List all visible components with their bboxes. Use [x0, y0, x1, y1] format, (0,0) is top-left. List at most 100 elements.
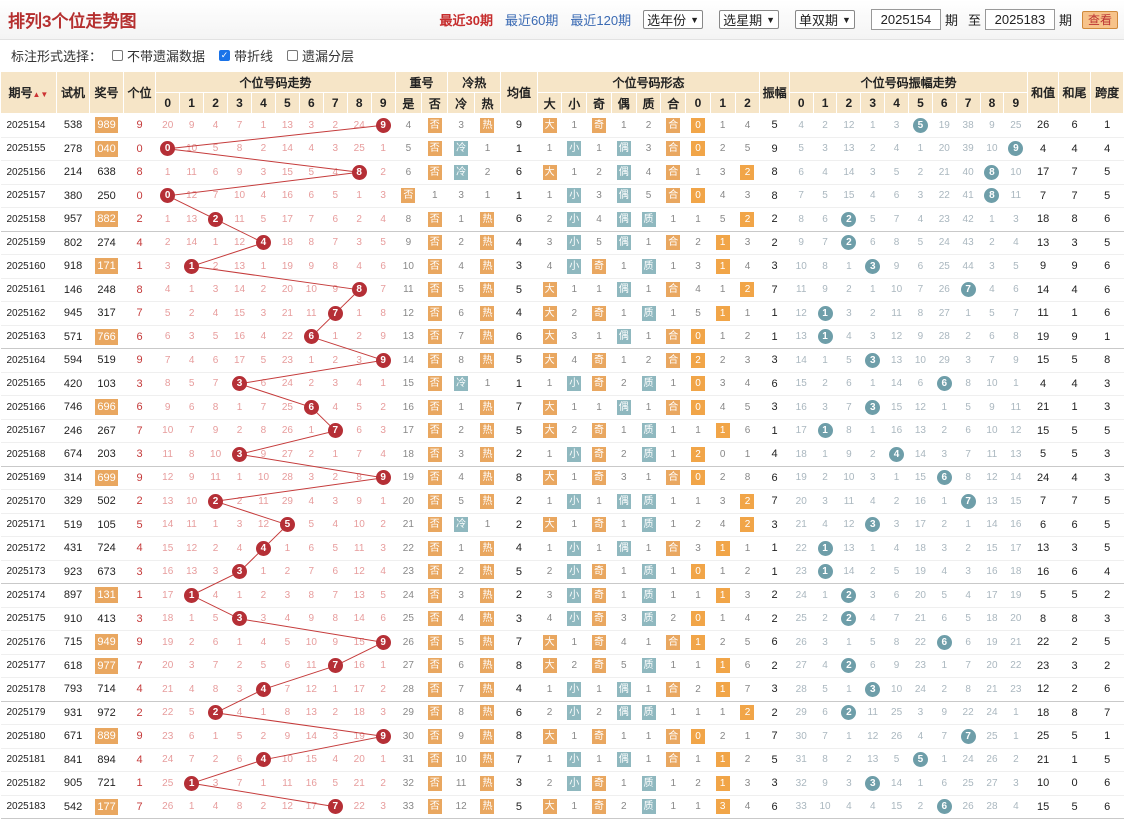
amp-trend-cell: 12 — [908, 395, 933, 420]
option-text: 带折线 — [234, 49, 274, 64]
repeat-cell-tag: 否 — [427, 446, 442, 462]
trial-cell: 945 — [56, 301, 90, 326]
amp-cell-hit: 7 — [956, 489, 981, 514]
parity-select[interactable]: 单双期 ▼ — [795, 10, 855, 29]
table-row: 2025172 431 724 4 15 12 2 4 4 1 6 5 11 3 22 否 1 热 4 1 小 1 偶 1 合 3… — [0, 536, 1124, 561]
form-cell: 合 — [660, 137, 686, 161]
amp-trend-cell: 4 — [836, 795, 861, 819]
checkbox-icon[interactable] — [112, 50, 124, 61]
trend-cell: 15 — [347, 630, 372, 655]
form-tag: 合 — [666, 634, 681, 650]
form-cell: 小 — [561, 137, 587, 161]
checkbox-checked-icon[interactable]: ✓ — [219, 50, 231, 61]
amp-trend-cell: 25 — [884, 701, 909, 725]
trend-cell: 2 — [347, 207, 372, 232]
trend-cell: 4 — [203, 795, 228, 819]
hotcold-cell: 5 — [447, 489, 475, 514]
trend-cell: 14 — [347, 607, 372, 631]
amp-cell: 1 — [759, 560, 790, 584]
hotcold-cell: 3 — [447, 184, 475, 208]
header-span: 跨度 — [1090, 71, 1124, 114]
amp-trend-cell: 9 — [813, 771, 837, 796]
option-no-missing[interactable]: 不带遗漏数据 — [112, 46, 205, 65]
trend-cell-hit: 1 — [179, 254, 204, 279]
amp-cell: 1 — [759, 536, 790, 561]
form-cell: 大 — [537, 630, 562, 655]
hotcold-cell: 3 — [447, 442, 475, 467]
mod-cell: 3 — [710, 795, 736, 819]
repeat-cell: 24 — [395, 583, 422, 608]
trend-cell: 4 — [179, 348, 204, 373]
amp-trend-cell: 25 — [956, 771, 981, 796]
header-period[interactable]: 期号▲▼ — [0, 71, 57, 114]
trial-cell: 910 — [56, 607, 90, 631]
mod-cell: 5 — [735, 630, 760, 655]
repeat-cell: 否 — [421, 701, 448, 725]
form-tag: 合 — [666, 117, 681, 133]
span-cell: 5 — [1090, 184, 1124, 208]
mod-tag: 2 — [740, 705, 755, 721]
period-from-input[interactable]: 2025154 — [870, 9, 941, 30]
range-link-60[interactable]: 最近60期 — [505, 10, 558, 29]
trend-cell: 6 — [179, 724, 204, 749]
trend-cell: 8 — [371, 301, 396, 326]
form-tag: 合 — [666, 728, 681, 744]
year-select[interactable]: 选年份 ▼ — [643, 10, 704, 29]
trend-cell: 2 — [323, 701, 348, 725]
amp-trend-cell: 19 — [789, 466, 814, 490]
form-tag: 质 — [641, 705, 656, 721]
sum-cell: 13 — [1027, 536, 1059, 561]
amp-trend-cell: 21 — [980, 677, 1004, 702]
amp-cell-hit: 2 — [836, 654, 861, 678]
checkbox-icon[interactable] — [287, 50, 299, 61]
form-cell: 3 — [636, 137, 661, 161]
repeat-cell: 否 — [421, 771, 448, 796]
amp-ball: 1 — [817, 540, 833, 556]
repeat-cell-tag: 否 — [427, 376, 442, 392]
trend-cell: 3 — [299, 466, 324, 490]
repeat-cell-tag: 否 — [427, 329, 442, 345]
form-cell: 小 — [561, 583, 587, 608]
avg-cell: 3 — [500, 607, 538, 631]
hotcold-cell: 热 — [474, 701, 501, 725]
trend-cell: 8 — [323, 254, 348, 279]
span-cell: 3 — [1090, 466, 1124, 490]
trend-ball: 5 — [279, 517, 295, 533]
form-cell: 奇 — [586, 301, 612, 326]
option-layered[interactable]: 遗漏分层 — [287, 46, 354, 65]
form-cell: 1 — [636, 466, 661, 490]
prize-cell: 699 — [89, 466, 124, 490]
range-link-120[interactable]: 最近120期 — [570, 10, 631, 29]
trend-cell-hit: 1 — [179, 583, 204, 608]
form-cell: 1 — [660, 560, 686, 584]
prize-cell: 972 — [89, 701, 124, 725]
mod-cell: 4 — [735, 607, 760, 631]
trend-cell: 7 — [203, 654, 228, 678]
repeat-cell: 27 — [395, 654, 422, 678]
form-cell: 2 — [660, 607, 686, 631]
period-to-input[interactable]: 2025183 — [984, 9, 1055, 30]
amp-cell-hit: 1 — [813, 419, 837, 443]
digit-cell: 4 — [123, 677, 156, 702]
range-link-30[interactable]: 最近30期 — [439, 10, 492, 29]
repeat-cell: 9 — [395, 231, 422, 255]
form-cell: 1 — [537, 372, 562, 396]
trend-cell: 17 — [299, 795, 324, 819]
amp-cell: 3 — [759, 348, 790, 373]
mod-tag: 1 — [715, 305, 730, 321]
option-lines[interactable]: ✓ 带折线 — [219, 46, 273, 65]
amp-trend-cell: 8 — [956, 466, 981, 490]
sort-icon[interactable]: ▲▼ — [32, 90, 48, 99]
amp-ball: 3 — [865, 775, 881, 791]
weekday-select[interactable]: 选星期 ▼ — [719, 10, 779, 29]
to-label: 至 — [967, 13, 981, 28]
form-cell: 小 — [561, 748, 587, 772]
trend-cell: 7 — [251, 395, 276, 420]
form-tag: 质 — [641, 517, 656, 533]
table-row: 2025169 314 699 9 12 9 11 1 10 28 3 2 8 9 19 否 4 热 8 大 1 奇 3 1 合… — [0, 466, 1124, 490]
query-button[interactable]: 查看 — [1081, 10, 1118, 29]
trend-cell: 8 — [275, 701, 300, 725]
amp-cell-hit: 1 — [813, 560, 837, 584]
mod-cell: 1 — [685, 795, 711, 819]
period-cell: 2025164 — [0, 348, 57, 373]
